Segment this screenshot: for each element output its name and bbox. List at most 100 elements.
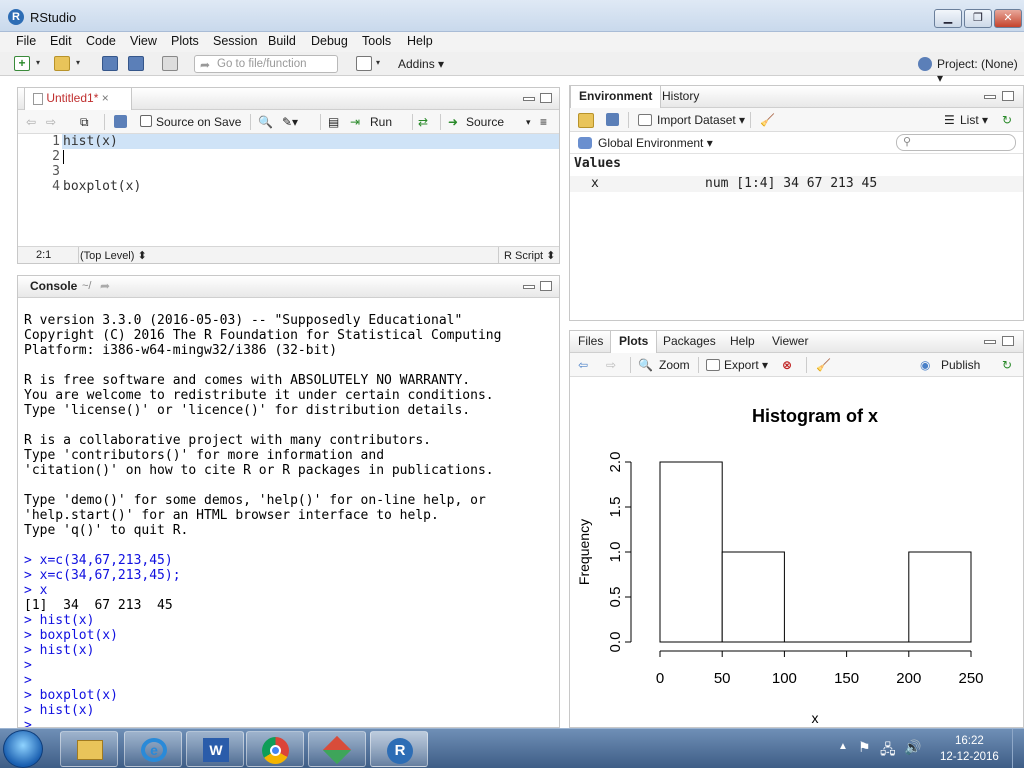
maximize-button[interactable]: ❐	[964, 9, 992, 28]
print-icon[interactable]	[162, 56, 178, 71]
go-to-dir-icon[interactable]: ➦	[100, 279, 110, 293]
source-icon[interactable]: ➜	[448, 115, 458, 129]
view-mode-menu[interactable]: List ▾	[960, 113, 988, 127]
broom-icon[interactable]: 🧹	[816, 358, 831, 372]
maximize-pane-icon[interactable]	[540, 93, 552, 103]
minimize-pane-icon[interactable]	[984, 95, 996, 99]
menu-debug[interactable]: Debug	[311, 34, 348, 48]
network-icon[interactable]: 🖧	[880, 739, 896, 763]
start-button[interactable]	[3, 730, 43, 768]
zoom-button[interactable]: Zoom	[659, 358, 690, 372]
code-text: hist(x)	[63, 134, 118, 149]
chevron-down-icon[interactable]: ▾	[376, 56, 384, 71]
import-dataset-icon[interactable]	[638, 114, 652, 126]
scope-indicator[interactable]: (Top Level) ⬍	[80, 249, 147, 262]
rstudio-taskbar-button[interactable]: R	[370, 731, 428, 767]
environment-scope-menu[interactable]: Global Environment ▾	[598, 136, 713, 150]
source-on-save-checkbox[interactable]	[140, 115, 152, 127]
plots-toolbar: ⇦ ⇨ 🔍 Zoom Export ▾ ⊗ 🧹 ◉ Publish ↻	[570, 353, 1023, 377]
outline-icon[interactable]: ▤	[328, 115, 339, 129]
menu-file[interactable]: File	[16, 34, 36, 48]
plots-header: Files Plots Packages Help Viewer	[570, 331, 1023, 353]
menu-plots[interactable]: Plots	[171, 34, 199, 48]
source-button[interactable]: Source	[466, 115, 504, 129]
broom-icon[interactable]: 🧹	[760, 113, 775, 127]
tab-history[interactable]: History	[654, 86, 707, 108]
tab-plots[interactable]: Plots	[610, 331, 658, 353]
chevron-down-icon[interactable]: ▾	[76, 56, 84, 71]
code-editor[interactable]: 1 hist(x) 2 3 4 boxplot(x)	[18, 134, 559, 246]
run-icon[interactable]: ⇥	[350, 115, 360, 129]
save-icon[interactable]	[114, 115, 127, 128]
app-icon	[322, 735, 352, 765]
volume-icon[interactable]: 🔊	[904, 739, 921, 756]
menu-build[interactable]: Build	[268, 34, 296, 48]
explorer-taskbar-button[interactable]	[60, 731, 118, 767]
menu-code[interactable]: Code	[86, 34, 116, 48]
minimize-pane-icon[interactable]	[984, 340, 996, 344]
tab-viewer[interactable]: Viewer	[764, 331, 816, 353]
tab-help[interactable]: Help	[722, 331, 763, 353]
environment-row[interactable]: x num [1:4] 34 67 213 45	[570, 176, 1023, 192]
goto-file-input[interactable]: ➦ Go to file/function	[194, 55, 338, 73]
app-taskbar-button[interactable]	[308, 731, 366, 767]
tab-files[interactable]: Files	[570, 331, 611, 353]
export-menu[interactable]: Export ▾	[724, 358, 768, 372]
show-hidden-icons-icon[interactable]: ▲	[838, 741, 848, 752]
maximize-pane-icon[interactable]	[540, 281, 552, 291]
save-all-icon[interactable]	[128, 56, 144, 71]
menu-help[interactable]: Help	[407, 34, 433, 48]
magic-wand-icon[interactable]: ✎▾	[282, 115, 298, 129]
save-workspace-icon[interactable]	[606, 113, 619, 126]
run-button[interactable]: Run	[370, 115, 392, 129]
show-desktop-button[interactable]	[1012, 729, 1024, 768]
minimize-button[interactable]: ▁	[934, 9, 962, 28]
previous-plot-icon[interactable]: ⇦	[578, 358, 588, 372]
ie-taskbar-button[interactable]: e	[124, 731, 182, 767]
chevron-down-icon[interactable]: ▾	[526, 117, 531, 128]
addins-menu[interactable]: Addins ▾	[398, 57, 444, 71]
refresh-icon[interactable]: ↻	[1002, 358, 1012, 372]
chrome-taskbar-button[interactable]	[246, 731, 304, 767]
tab-untitled1[interactable]: Untitled1* ×	[24, 88, 132, 110]
document-outline-icon[interactable]: ≡	[540, 115, 547, 129]
chevron-down-icon[interactable]: ▾	[36, 56, 44, 71]
new-file-icon[interactable]: +	[14, 56, 30, 71]
forward-icon[interactable]: ⇨	[46, 115, 56, 129]
maximize-pane-icon[interactable]	[1002, 336, 1014, 346]
refresh-icon[interactable]: ↻	[1002, 113, 1012, 127]
word-taskbar-button[interactable]: W	[186, 731, 244, 767]
remove-plot-icon[interactable]: ⊗	[782, 358, 792, 372]
rerun-icon[interactable]: ⇄	[418, 115, 428, 129]
search-icon[interactable]: 🔍	[258, 115, 273, 129]
workspace-panes-icon[interactable]	[356, 56, 372, 71]
maximize-pane-icon[interactable]	[1002, 91, 1014, 101]
save-icon[interactable]	[102, 56, 118, 71]
publish-button[interactable]: Publish	[941, 358, 980, 372]
console-output[interactable]: R version 3.3.0 (2016-05-03) -- "Suppose…	[18, 299, 559, 727]
close-tab-icon[interactable]: ×	[102, 91, 109, 105]
close-button[interactable]: ✕	[994, 9, 1022, 28]
file-type-selector[interactable]: R Script ⬍	[504, 249, 555, 262]
menu-tools[interactable]: Tools	[362, 34, 391, 48]
console-pane: Console ~/ ➦ R version 3.3.0 (2016-05-03…	[17, 275, 560, 728]
load-workspace-icon[interactable]	[578, 113, 594, 128]
histogram-bar	[659, 461, 723, 643]
main-toolbar: + ▾ ▾ ➦ Go to file/function ▾ Addins ▾ P…	[0, 52, 1024, 85]
menu-session[interactable]: Session	[213, 34, 257, 48]
environment-search-input[interactable]: ⚲	[896, 134, 1016, 151]
show-in-window-icon[interactable]: ⧉	[80, 115, 89, 130]
menu-view[interactable]: View	[130, 34, 157, 48]
back-icon[interactable]: ⇦	[26, 115, 36, 129]
menu-edit[interactable]: Edit	[50, 34, 72, 48]
tab-environment[interactable]: Environment	[570, 86, 662, 108]
minimize-pane-icon[interactable]	[523, 285, 535, 289]
action-center-icon[interactable]: ⚑	[858, 739, 871, 756]
tab-packages[interactable]: Packages	[655, 331, 724, 353]
next-plot-icon[interactable]: ⇨	[606, 358, 616, 372]
open-folder-icon[interactable]	[54, 56, 70, 71]
import-dataset-button[interactable]: Import Dataset ▾	[657, 113, 745, 127]
project-menu[interactable]: Project: (None) ▾	[937, 57, 1024, 85]
minimize-pane-icon[interactable]	[523, 97, 535, 101]
console-tab[interactable]: Console	[22, 276, 85, 298]
